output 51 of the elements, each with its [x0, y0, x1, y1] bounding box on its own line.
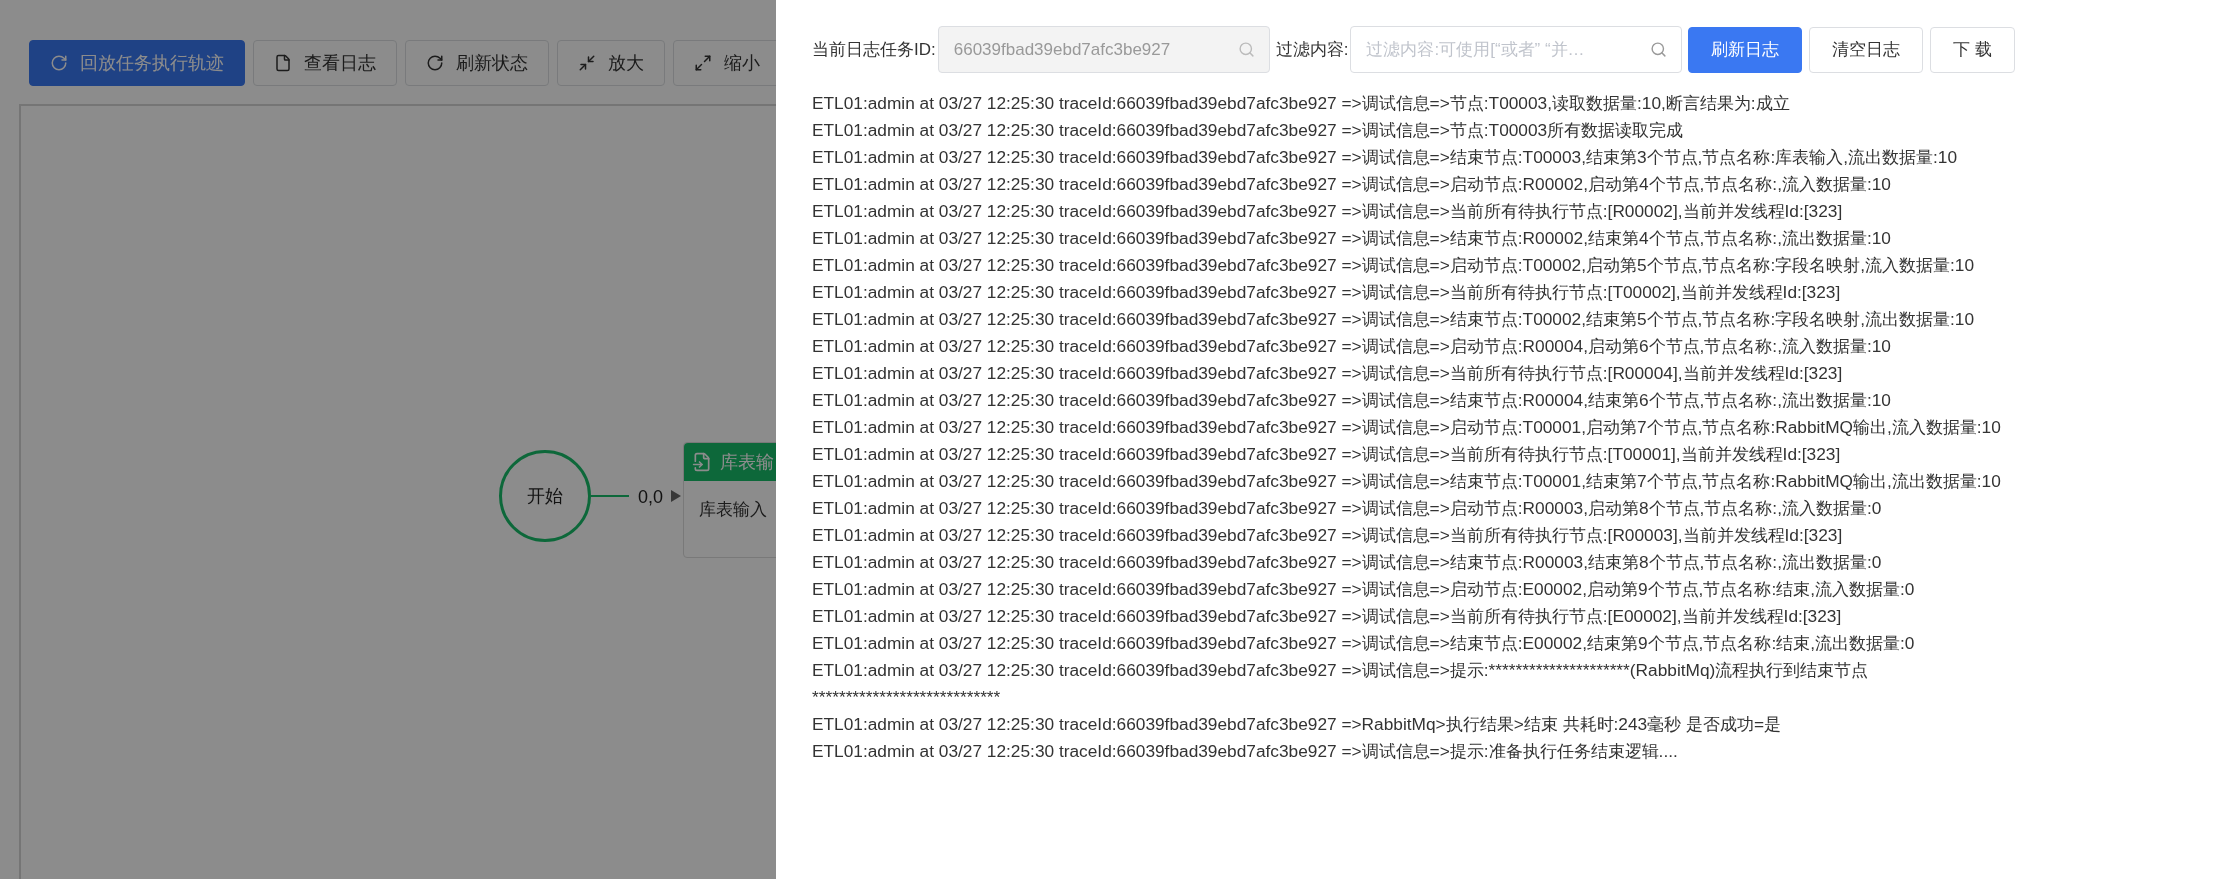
log-line: ETL01:admin at 03/27 12:25:30 traceId:66039fbad39ebd7afc3be927 =>调试信息=>结束节点:E00002,结束第9个节点,节点名称:结束,流出数据量:0 — [812, 632, 1916, 655]
log-line: ETL01:admin at 03/27 12:25:30 traceId:66039fbad39ebd7afc3be927 =>调试信息=>当前所有待执行节点:[T00001],当前并发线程Id:[323] — [812, 443, 1842, 466]
drawer-button[interactable]: 刷新日志 — [1688, 26, 1803, 73]
log-line: ETL01:admin at 03/27 12:25:30 traceId:66039fbad39ebd7afc3be927 =>RabbitMq>执行结果>结束 共耗时:243毫秒 是否成功=是 — [812, 713, 1783, 736]
log-line: ETL01:admin at 03/27 12:25:30 traceId:66039fbad39ebd7afc3be927 =>调试信息=>结束节点:R00004,结束第6个节点,节点名称:,流出数据量:10 — [812, 389, 1892, 412]
log-line: ETL01:admin at 03/27 12:25:30 traceId:66039fbad39ebd7afc3be927 =>调试信息=>节点:T00003所有数据读取完成 — [812, 119, 1685, 142]
filter-label: 过滤内容: — [1275, 38, 1349, 61]
log-line: ETL01:admin at 03/27 12:25:30 traceId:66039fbad39ebd7afc3be927 =>调试信息=>当前所有待执行节点:[E00002],当前并发线程Id:[323] — [812, 605, 1843, 628]
log-line: ETL01:admin at 03/27 12:25:30 traceId:66039fbad39ebd7afc3be927 =>调试信息=>当前所有待执行节点:[R00002],当前并发线程Id:[323] — [812, 200, 1844, 223]
task-id-label: 当前日志任务ID: — [812, 38, 936, 61]
toolbar-button[interactable]: 缩小 — [673, 40, 776, 86]
arrowhead-icon — [671, 490, 681, 502]
edge-line — [591, 495, 629, 497]
log-line: ETL01:admin at 03/27 12:25:30 traceId:66039fbad39ebd7afc3be927 =>调试信息=>启动节点:R00002,启动第4个节点,节点名称:,流入数据量:10 — [812, 173, 1892, 196]
log-line: ETL01:admin at 03/27 12:25:30 traceId:66039fbad39ebd7afc3be927 =>调试信息=>启动节点:R00003,启动第8个节点,节点名称:,流入数据量:0 — [812, 497, 1883, 520]
log-line: ETL01:admin at 03/27 12:25:30 traceId:66039fbad39ebd7afc3be927 =>调试信息=>当前所有待执行节点:[R00004],当前并发线程Id:[323] — [812, 362, 1844, 385]
log-line: ETL01:admin at 03/27 12:25:30 traceId:66039fbad39ebd7afc3be927 =>调试信息=>提示:*********************(RabbitMq)流程执行到结束节点 — [812, 659, 1870, 682]
log-line: ETL01:admin at 03/27 12:25:30 traceId:66039fbad39ebd7afc3be927 =>调试信息=>提示:准备执行任务结束逻辑.... — [812, 740, 1679, 763]
log-line: ETL01:admin at 03/27 12:25:30 traceId:66039fbad39ebd7afc3be927 =>调试信息=>结束节点:T00003,结束第3个节点,节点名称:库表输入,流出数据量:10 — [812, 146, 1959, 169]
drawer-button[interactable]: 清空日志 — [1809, 26, 1924, 73]
search-icon — [1650, 41, 1668, 58]
search-icon — [1237, 41, 1255, 58]
log-line: ETL01:admin at 03/27 12:25:30 traceId:66039fbad39ebd7afc3be927 =>调试信息=>当前所有待执行节点:[R00003],当前并发线程Id:[323] — [812, 524, 1844, 547]
log-line: ETL01:admin at 03/27 12:25:30 traceId:66039fbad39ebd7afc3be927 =>调试信息=>结束节点:R00003,结束第8个节点,节点名称:,流出数据量:0 — [812, 551, 1883, 574]
shrink-icon — [578, 54, 596, 72]
refresh-icon — [426, 54, 444, 72]
edge-label: 0,0 — [638, 486, 664, 509]
file-input-icon — [692, 452, 712, 472]
log-line: ETL01:admin at 03/27 12:25:30 traceId:66039fbad39ebd7afc3be927 =>调试信息=>节点:T00003,读取数据量:10,断言结果为:成立 — [812, 92, 1791, 115]
expand-icon — [694, 54, 712, 72]
filter-field[interactable]: 过滤内容:可使用[“或者” “并… — [1350, 26, 1683, 73]
task-node-label: 库表输入 — [698, 499, 768, 521]
toolbar-button[interactable]: 刷新状态 — [405, 40, 549, 86]
log-line: ETL01:admin at 03/27 12:25:30 traceId:66039fbad39ebd7afc3be927 =>调试信息=>启动节点:T00002,启动第5个节点,节点名称:字段名映射,流入数据量:10 — [812, 254, 1976, 277]
document-icon — [274, 54, 292, 72]
start-node[interactable]: 开始 — [499, 450, 591, 542]
log-line: ETL01:admin at 03/27 12:25:30 traceId:66039fbad39ebd7afc3be927 =>调试信息=>启动节点:E00002,启动第9个节点,节点名称:结束,流入数据量:0 — [812, 578, 1916, 601]
log-line: ETL01:admin at 03/27 12:25:30 traceId:66039fbad39ebd7afc3be927 =>调试信息=>当前所有待执行节点:[T00002],当前并发线程Id:[323] — [812, 281, 1842, 304]
log-line: **************************** — [812, 686, 1002, 709]
log-line: ETL01:admin at 03/27 12:25:30 traceId:66039fbad39ebd7afc3be927 =>调试信息=>结束节点:R00002,结束第4个节点,节点名称:,流出数据量:10 — [812, 227, 1892, 250]
log-line: ETL01:admin at 03/27 12:25:30 traceId:66039fbad39ebd7afc3be927 =>调试信息=>启动节点:T00001,启动第7个节点,节点名称:RabbitMQ输出,流入数据量:10 — [812, 416, 2002, 439]
refresh-icon — [50, 54, 68, 72]
toolbar-button[interactable]: 查看日志 — [253, 40, 397, 86]
log-line: ETL01:admin at 03/27 12:25:30 traceId:66039fbad39ebd7afc3be927 =>调试信息=>结束节点:T00002,结束第5个节点,节点名称:字段名映射,流出数据量:10 — [812, 308, 1976, 331]
log-line: ETL01:admin at 03/27 12:25:30 traceId:66039fbad39ebd7afc3be927 =>调试信息=>结束节点:T00001,结束第7个节点,节点名称:RabbitMQ输出,流出数据量:10 — [812, 470, 2002, 493]
toolbar-button[interactable]: 放大 — [557, 40, 665, 86]
toolbar-button[interactable]: 回放任务执行轨迹 — [29, 40, 245, 86]
log-line: ETL01:admin at 03/27 12:25:30 traceId:66039fbad39ebd7afc3be927 =>调试信息=>启动节点:R00004,启动第6个节点,节点名称:,流入数据量:10 — [812, 335, 1892, 358]
task-node-title: 库表输 — [720, 450, 774, 474]
drawer-button[interactable]: 下 载 — [1930, 26, 2016, 73]
task-node[interactable]: 库表输 库表输入 — [683, 442, 776, 558]
